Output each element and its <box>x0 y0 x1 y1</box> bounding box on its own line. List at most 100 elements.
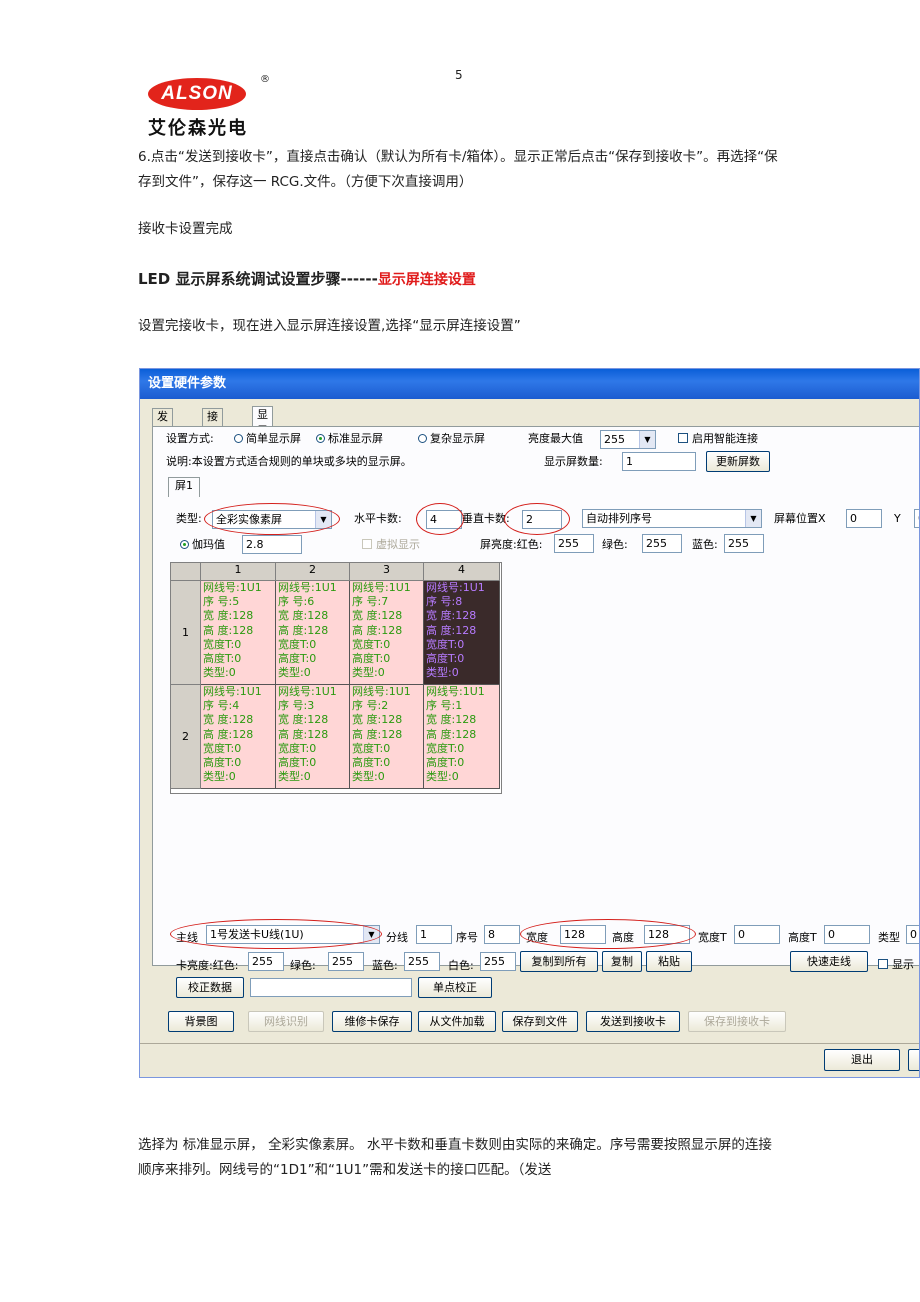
grid-cell-wt: 宽度T:0 <box>278 741 317 755</box>
grid-cell[interactable]: 网线号:1U1 序 号:1 宽 度:128 高 度:128 宽度T:0 高度T:0 类型:0 <box>424 685 500 789</box>
screen-count-input[interactable]: 1 <box>622 452 696 471</box>
highlight-oval <box>520 919 696 949</box>
card-white-input[interactable]: 255 <box>480 952 516 971</box>
position-y-label: Y <box>894 512 901 525</box>
grid-cell-height: 高 度:128 <box>426 727 477 741</box>
instruction-text: 设置完接收卡，现在进入显示屏连接设置,选择“显示屏连接设置” <box>138 318 521 334</box>
highlight-oval <box>204 503 340 535</box>
card-layout-grid: 1 2 3 4 1 2 网线号:1U1 序 号:5 宽 度:128 高 度:128 宽度… <box>170 562 502 794</box>
grid-cell-type: 类型:0 <box>426 770 459 784</box>
width-t-input[interactable]: 0 <box>734 925 780 944</box>
calibration-path-input[interactable] <box>250 978 412 997</box>
mode-simple-radio[interactable]: 简单显示屏 <box>234 432 301 446</box>
mode-standard-radio[interactable]: 标准显示屏 <box>316 432 383 446</box>
copy-button[interactable]: 复制 <box>602 951 642 972</box>
tab-receive-card[interactable]: 接收卡 <box>202 408 223 455</box>
smart-connect-checkbox[interactable]: 启用智能连接 <box>678 432 758 446</box>
grid-cell-seq: 序 号:6 <box>278 595 315 609</box>
width-t-label: 宽度T <box>698 931 727 944</box>
grid-cell-type: 类型:0 <box>203 770 236 784</box>
grid-cell-net: 网线号:1U1 <box>203 581 262 594</box>
position-y-input[interactable]: 0 <box>914 509 919 528</box>
save-to-receive-card-button[interactable]: 保存到接收卡 <box>688 1011 786 1032</box>
screen-green-input[interactable]: 255 <box>642 534 682 553</box>
grid-cell-width: 宽 度:128 <box>426 713 477 727</box>
save-to-file-button[interactable]: 保存到文件 <box>502 1011 578 1032</box>
card-brightness-red-label: 卡亮度:红色: <box>176 959 239 972</box>
brightness-max-select[interactable]: 255 ▼ <box>600 430 656 449</box>
grid-cell-height: 高 度:128 <box>426 623 477 637</box>
tab-screen-connection[interactable]: 显示屏连接 <box>252 406 273 485</box>
card-blue-input[interactable]: 255 <box>404 952 440 971</box>
cell-type-input[interactable]: 0 <box>906 925 919 944</box>
screen-blue-input[interactable]: 255 <box>724 534 764 553</box>
grid-cell[interactable]: 网线号:1U1 序 号:6 宽 度:128 高 度:128 宽度T:0 高度T:0 类型:0 <box>276 581 350 685</box>
grid-cell-height: 高 度:128 <box>278 727 329 741</box>
tab-send-card[interactable]: 发送卡 <box>152 408 173 455</box>
quick-route-button[interactable]: 快速走线 <box>790 951 868 972</box>
background-image-button[interactable]: 背景图 <box>168 1011 234 1032</box>
paste-button[interactable]: 粘贴 <box>646 951 692 972</box>
grid-cell-type: 类型:0 <box>352 666 385 680</box>
grid-cell-width: 宽 度:128 <box>352 609 403 623</box>
grid-cell-height: 高 度:128 <box>278 623 329 637</box>
card-green-input[interactable]: 255 <box>328 952 364 971</box>
update-screen-count-button[interactable]: 更新屏数 <box>706 451 770 472</box>
calibration-data-button[interactable]: 校正数据 <box>176 977 244 998</box>
chevron-down-icon: ▼ <box>639 431 655 448</box>
grid-cell-width: 宽 度:128 <box>426 609 477 623</box>
grid-col-header: 2 <box>276 563 350 581</box>
grid-cell[interactable]: 网线号:1U1 序 号:8 宽 度:128 高 度:128 宽度T:0 高度T:0 类型:0 <box>424 581 500 685</box>
position-x-input[interactable]: 0 <box>846 509 882 528</box>
grid-cell-seq: 序 号:3 <box>278 699 315 713</box>
divider <box>140 1043 919 1044</box>
load-from-file-button[interactable]: 从文件加载 <box>418 1011 496 1032</box>
grid-corner <box>171 563 201 581</box>
mode-label: 设置方式: <box>166 432 214 445</box>
highlight-oval <box>416 503 464 535</box>
v-cards-label: 垂直卡数: <box>462 512 510 525</box>
seq-input[interactable]: 8 <box>484 925 520 944</box>
send-to-receive-card-button[interactable]: 发送到接收卡 <box>586 1011 680 1032</box>
done-text: 接收卡设置完成 <box>138 221 233 237</box>
copy-to-all-button[interactable]: 复制到所有 <box>520 951 598 972</box>
gamma-input[interactable]: 2.8 <box>242 535 302 554</box>
grid-cell[interactable]: 网线号:1U1 序 号:4 宽 度:128 高 度:128 宽度T:0 高度T:0 类型:0 <box>201 685 276 789</box>
single-calibration-button[interactable]: 单点校正 <box>418 977 492 998</box>
grid-cell[interactable]: 网线号:1U1 序 号:2 宽 度:128 高 度:128 宽度T:0 高度T:0 类型:0 <box>350 685 424 789</box>
dialog-extra-button[interactable] <box>908 1049 919 1071</box>
grid-col-header: 1 <box>201 563 276 581</box>
grid-cell-type: 类型:0 <box>278 770 311 784</box>
grid-cell[interactable]: 网线号:1U1 序 号:5 宽 度:128 高 度:128 宽度T:0 高度T:0 类型:0 <box>201 581 276 685</box>
show-checkbox[interactable]: 显示 <box>878 958 914 972</box>
grid-cell-ht: 高度T:0 <box>203 652 242 666</box>
screen-green-label: 绿色: <box>602 538 628 551</box>
heading-red: 显示屏连接设置 <box>377 272 476 288</box>
grid-cell-height: 高 度:128 <box>352 623 403 637</box>
repair-card-save-button[interactable]: 维修卡保存 <box>332 1011 412 1032</box>
screen-red-input[interactable]: 255 <box>554 534 594 553</box>
logo-chinese-name: 艾伦森光电 <box>148 118 248 139</box>
height-t-input[interactable]: 0 <box>824 925 870 944</box>
exit-button[interactable]: 退出 <box>824 1049 900 1071</box>
grid-cell-type: 类型:0 <box>203 666 236 680</box>
grid-cell-height: 高 度:128 <box>352 727 403 741</box>
page-number: 5 <box>455 68 463 82</box>
grid-cell-type: 类型:0 <box>352 770 385 784</box>
grid-cell[interactable]: 网线号:1U1 序 号:7 宽 度:128 高 度:128 宽度T:0 高度T:0 类型:0 <box>350 581 424 685</box>
screen-blue-label: 蓝色: <box>692 538 718 551</box>
tab-screen-1[interactable]: 屏1 <box>168 477 200 497</box>
grid-cell-seq: 序 号:2 <box>352 699 389 713</box>
mode-complex-radio[interactable]: 复杂显示屏 <box>418 432 485 446</box>
card-red-input[interactable]: 255 <box>248 952 284 971</box>
grid-cell-width: 宽 度:128 <box>203 713 254 727</box>
grid-row-header: 1 <box>171 581 201 685</box>
branch-input[interactable]: 1 <box>416 925 452 944</box>
gamma-radio[interactable]: 伽玛值 <box>180 538 225 552</box>
grid-cell-net: 网线号:1U1 <box>203 685 262 698</box>
grid-cell-wt: 宽度T:0 <box>426 741 465 755</box>
virtual-display-checkbox[interactable]: 虚拟显示 <box>362 538 420 552</box>
grid-cell[interactable]: 网线号:1U1 序 号:3 宽 度:128 高 度:128 宽度T:0 高度T:0 类型:0 <box>276 685 350 789</box>
cable-detect-button[interactable]: 网线识别 <box>248 1011 324 1032</box>
order-mode-select[interactable]: 自动排列序号 ▼ <box>582 509 762 528</box>
